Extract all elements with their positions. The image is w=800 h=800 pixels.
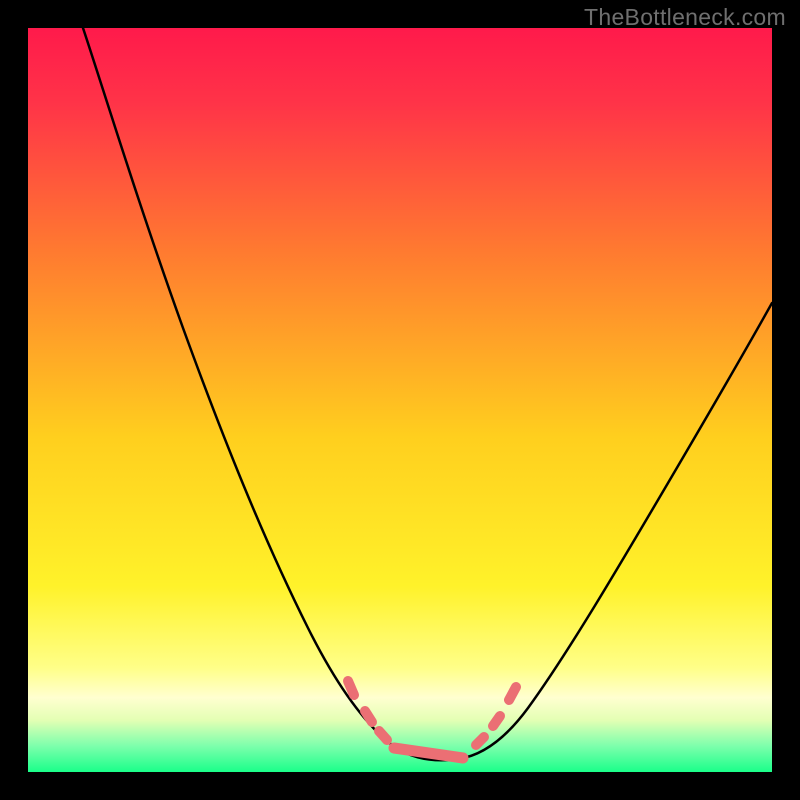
marker-dot xyxy=(476,737,484,745)
watermark: TheBottleneck.com xyxy=(584,4,786,31)
gradient-bg xyxy=(28,28,772,772)
marker-dot xyxy=(348,681,354,695)
chart-svg xyxy=(28,28,772,772)
chart-frame: TheBottleneck.com xyxy=(0,0,800,800)
marker-dot xyxy=(509,687,516,700)
marker-dot xyxy=(365,711,372,722)
chart-plot-area xyxy=(28,28,772,772)
marker-dot xyxy=(379,731,387,740)
marker-dot xyxy=(493,716,500,726)
